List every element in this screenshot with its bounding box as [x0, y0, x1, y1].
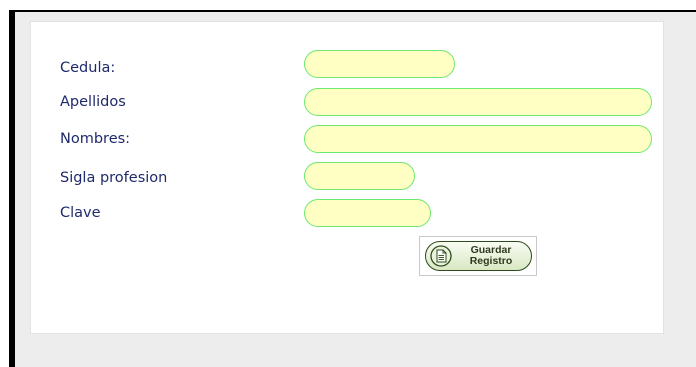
guardar-registro-button[interactable]: Guardar Registro	[419, 236, 537, 276]
guardar-label-line2: Registro	[469, 255, 513, 267]
cedula-input[interactable]	[304, 50, 455, 78]
clave-label: Clave	[60, 205, 101, 221]
cedula-label: Cedula:	[60, 60, 116, 76]
guardar-registro-label: Guardar Registro	[460, 245, 522, 267]
sigla-profesion-label: Sigla profesion	[60, 170, 168, 186]
guardar-registro-pill: Guardar Registro	[425, 241, 532, 271]
apellidos-input[interactable]	[304, 88, 652, 116]
sigla-profesion-input[interactable]	[304, 162, 415, 190]
nombres-label: Nombres:	[60, 131, 131, 147]
document-icon	[430, 245, 452, 267]
clave-input[interactable]	[304, 199, 431, 227]
apellidos-label: Apellidos	[60, 94, 126, 110]
nombres-input[interactable]	[304, 125, 652, 153]
